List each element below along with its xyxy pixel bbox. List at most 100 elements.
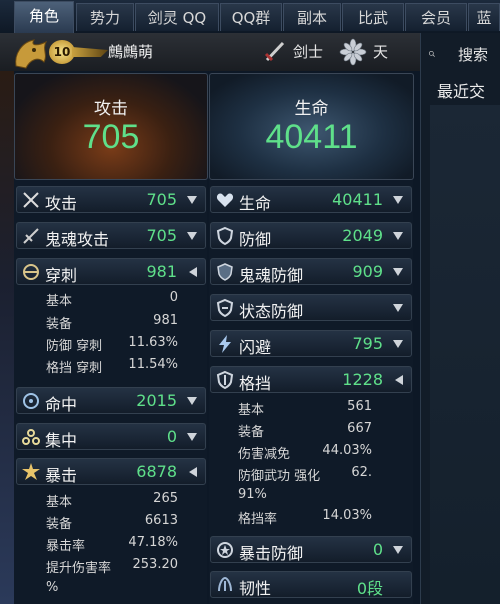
sub-label: 防御武功 强化 [238, 469, 321, 484]
tab-faction[interactable]: 势力 [76, 3, 134, 31]
sub-label: 暴击率 [46, 539, 86, 554]
stat-row-toughness[interactable]: 韧性 0段 [210, 571, 412, 598]
stat-row-defense[interactable]: 防御 2049 [210, 222, 412, 249]
stat-row-focus[interactable]: 集中 0 [16, 423, 206, 450]
character-header: 10 鷓鷓萌 [0, 33, 207, 71]
expand-arrow-icon[interactable] [393, 232, 403, 240]
expand-arrow-icon[interactable] [187, 196, 197, 204]
hp-summary-title: 生命 [294, 99, 329, 119]
dragon-emblem-icon [15, 39, 48, 69]
stat-row-ghost-defense[interactable]: 鬼魂防御 909 [210, 258, 412, 285]
tab-qq-group[interactable]: QQ群 [220, 3, 282, 31]
status-shield-icon [216, 298, 234, 318]
stat-value: 40411 [332, 190, 383, 209]
server-flower-icon [339, 38, 367, 66]
stat-row-attack[interactable]: 攻击 705 [16, 186, 206, 213]
hp-summary-panel: 生命 40411 [209, 73, 414, 180]
attack-summary-title: 攻击 [94, 99, 128, 119]
sub-label: 基本 [46, 294, 73, 309]
stat-label: 鬼魂攻击 [45, 230, 110, 249]
stat-value: 981 [146, 262, 177, 281]
sub-value: 11.54% [128, 357, 178, 372]
sub-label: 装备 [238, 425, 265, 440]
stat-value: 2015 [136, 391, 177, 410]
crossed-swords-icon [23, 192, 39, 208]
tab-member[interactable]: 会员 [405, 3, 467, 31]
stat-row-block[interactable]: 格挡 1228 [210, 366, 412, 393]
stat-value: 909 [352, 262, 383, 281]
search-label[interactable]: 搜索 [458, 44, 488, 65]
stat-row-hp[interactable]: 生命 40411 [210, 186, 412, 213]
sub-value: 253.20 [132, 557, 179, 572]
stat-label: 命中 [45, 395, 78, 414]
character-portrait-strip [0, 71, 14, 604]
stat-value: 0 [372, 540, 383, 559]
expand-arrow-icon[interactable] [393, 196, 403, 204]
stat-label: 穿刺 [45, 266, 78, 285]
stat-value: 795 [352, 334, 383, 353]
stat-label: 闪避 [239, 338, 272, 357]
stat-row-ghost-attack[interactable]: 鬼魂攻击 705 [16, 222, 206, 249]
stat-value: 0 [166, 427, 177, 446]
collapse-arrow-icon[interactable] [395, 375, 403, 385]
tab-blue[interactable]: 蓝 [468, 3, 500, 31]
expand-arrow-icon[interactable] [393, 340, 403, 348]
sub-label: 基本 [238, 403, 265, 418]
attack-summary-value: 705 [82, 118, 140, 156]
sub-label: 格挡 穿刺 [46, 361, 103, 376]
sword-class-icon [264, 41, 285, 62]
expand-arrow-icon[interactable] [393, 304, 403, 312]
expand-arrow-icon[interactable] [187, 397, 197, 405]
stat-label: 生命 [239, 194, 272, 213]
stat-row-status-defense[interactable]: 状态防御 [210, 294, 412, 321]
stat-label: 韧性 [239, 579, 272, 598]
stat-label: 攻击 [45, 194, 78, 213]
stat-row-pierce[interactable]: 穿刺 981 [16, 258, 206, 285]
sub-value-wrap: % [46, 580, 59, 595]
collapse-arrow-icon[interactable] [189, 467, 197, 477]
tab-character[interactable]: 角色 [14, 1, 74, 33]
ghost-sword-icon [23, 228, 39, 244]
sub-label: 91% [238, 487, 267, 502]
stat-label: 格挡 [239, 374, 272, 393]
expand-arrow-icon[interactable] [187, 433, 197, 441]
server-name: 天 [373, 43, 389, 61]
stat-row-evade[interactable]: 闪避 795 [210, 330, 412, 357]
expand-arrow-icon[interactable] [187, 232, 197, 240]
sub-value: 561 [347, 399, 372, 414]
stat-label: 集中 [45, 431, 78, 450]
stat-value: 6878 [136, 462, 177, 481]
level-badge: 10 [49, 40, 75, 64]
tab-pvp[interactable]: 比武 [342, 3, 404, 31]
lightning-icon [219, 335, 231, 353]
sub-value: 47.18% [128, 535, 178, 550]
sub-value: 44.03% [322, 443, 372, 458]
sub-value: 0 [169, 290, 178, 305]
collapse-arrow-icon[interactable] [189, 267, 197, 277]
search-icon[interactable] [428, 42, 452, 66]
sub-label: 格挡率 [238, 512, 278, 527]
sub-label: 基本 [46, 495, 73, 510]
stat-row-crit[interactable]: 暴击 6878 [16, 458, 206, 485]
sub-value: 667 [347, 421, 372, 436]
stat-label: 暴击 [45, 466, 78, 485]
expand-arrow-icon[interactable] [393, 268, 403, 276]
pierce-icon [23, 264, 39, 280]
stat-value: 705 [146, 226, 177, 245]
attack-summary-panel: 攻击 705 [14, 73, 208, 180]
sub-value: 981 [153, 313, 178, 328]
sub-value: 6613 [144, 513, 178, 528]
tab-dungeon[interactable]: 副本 [283, 3, 341, 31]
shield-icon [216, 226, 234, 246]
stat-label: 鬼魂防御 [239, 266, 304, 285]
stat-row-hit[interactable]: 命中 2015 [16, 387, 206, 414]
tab-jianling-qq[interactable]: 剑灵 QQ [135, 3, 219, 31]
sub-label: 提升伤害率 [46, 561, 112, 576]
stat-value: 705 [146, 190, 177, 209]
sub-value: 265 [153, 491, 178, 506]
stat-row-crit-defense[interactable]: 暴击防御 0 [210, 536, 412, 563]
expand-arrow-icon[interactable] [393, 546, 403, 554]
class-name: 剑士 [293, 43, 324, 61]
class-server-header: 剑士 天 [207, 33, 420, 71]
burst-icon [22, 463, 40, 480]
